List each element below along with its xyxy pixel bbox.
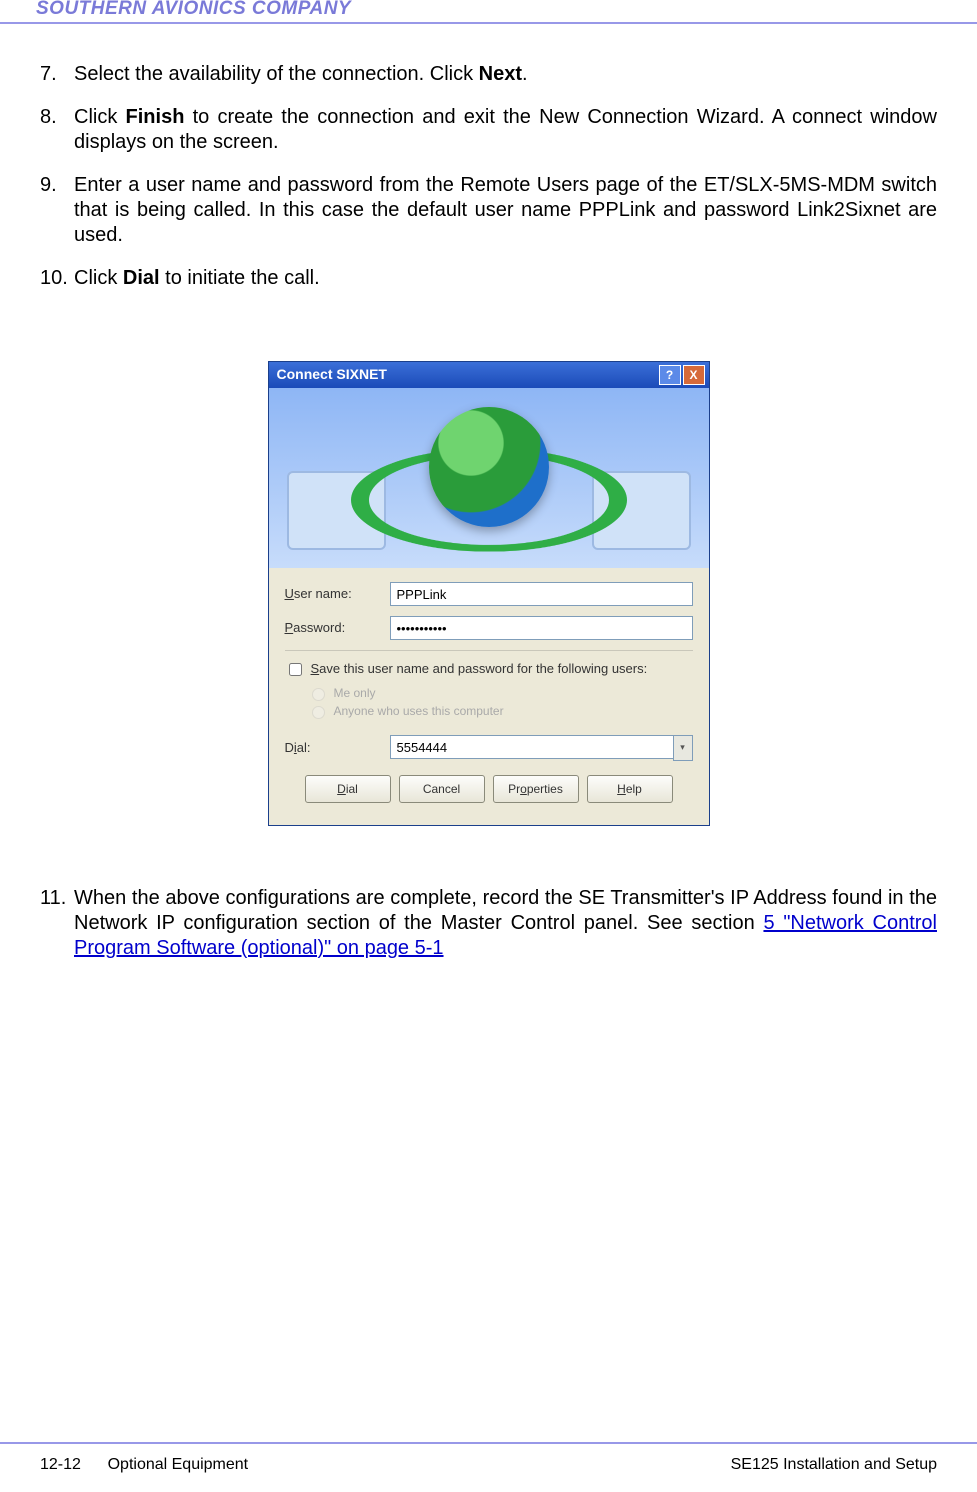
radio-anyone	[312, 706, 325, 719]
radio-me-label: Me only	[334, 686, 376, 701]
close-icon[interactable]: X	[683, 365, 705, 385]
step-7: 7. Select the availability of the connec…	[40, 62, 937, 87]
chevron-down-icon[interactable]: ▾	[673, 735, 693, 761]
step-number: 10.	[40, 266, 74, 291]
username-input[interactable]	[390, 582, 693, 606]
step-10: 10. Click Dial to initiate the call.	[40, 266, 937, 291]
header-rule	[0, 22, 977, 24]
globe-icon	[429, 407, 549, 527]
step-9: 9. Enter a user name and password from t…	[40, 173, 937, 248]
step-text-tail: .	[522, 63, 528, 85]
dial-input[interactable]	[390, 735, 673, 759]
company-header: SOUTHERN AVIONICS COMPANY	[36, 0, 933, 20]
step-11: 11. When the above configurations are co…	[40, 886, 937, 961]
help-button[interactable]: Help	[587, 775, 673, 803]
step-bold: Next	[479, 63, 522, 85]
footer-doc-title: SE125 Installation and Setup	[731, 1456, 937, 1474]
footer-rule	[0, 1442, 977, 1444]
password-input[interactable]	[390, 616, 693, 640]
help-icon[interactable]: ?	[659, 365, 681, 385]
step-bold: Dial	[123, 267, 160, 289]
connect-dialog: Connect SIXNET ? X User name:	[268, 361, 710, 826]
dialog-titlebar: Connect SIXNET ? X	[269, 362, 709, 388]
cancel-button[interactable]: Cancel	[399, 775, 485, 803]
step-8: 8. Click Finish to create the connection…	[40, 105, 937, 155]
dial-label: Dial:	[285, 740, 390, 756]
step-text: Click	[74, 267, 123, 289]
step-text: Click	[74, 106, 126, 128]
dialog-title: Connect SIXNET	[273, 366, 657, 384]
step-number: 8.	[40, 105, 74, 155]
step-text-tail: to create the connection and exit the Ne…	[74, 106, 937, 153]
footer-page-number: 12-12	[40, 1456, 81, 1473]
save-credentials-label: Save this user name and password for the…	[311, 661, 648, 677]
step-text-tail: to initiate the call.	[160, 267, 320, 289]
footer-section: Optional Equipment	[108, 1456, 249, 1473]
step-bold: Finish	[126, 106, 185, 128]
radio-anyone-label: Anyone who uses this computer	[334, 704, 504, 719]
password-label: Password:	[285, 620, 390, 636]
step-text: Enter a user name and password from the …	[74, 173, 937, 248]
step-number: 7.	[40, 62, 74, 87]
step-text: Select the availability of the connectio…	[74, 63, 479, 85]
save-credentials-checkbox[interactable]	[289, 663, 302, 676]
radio-me-only	[312, 688, 325, 701]
step-number: 9.	[40, 173, 74, 248]
step-number: 11.	[40, 886, 74, 961]
properties-button[interactable]: Properties	[493, 775, 579, 803]
dial-button[interactable]: Dial	[305, 775, 391, 803]
dialog-hero-image	[269, 388, 709, 568]
username-label: User name:	[285, 586, 390, 602]
separator	[285, 650, 693, 651]
